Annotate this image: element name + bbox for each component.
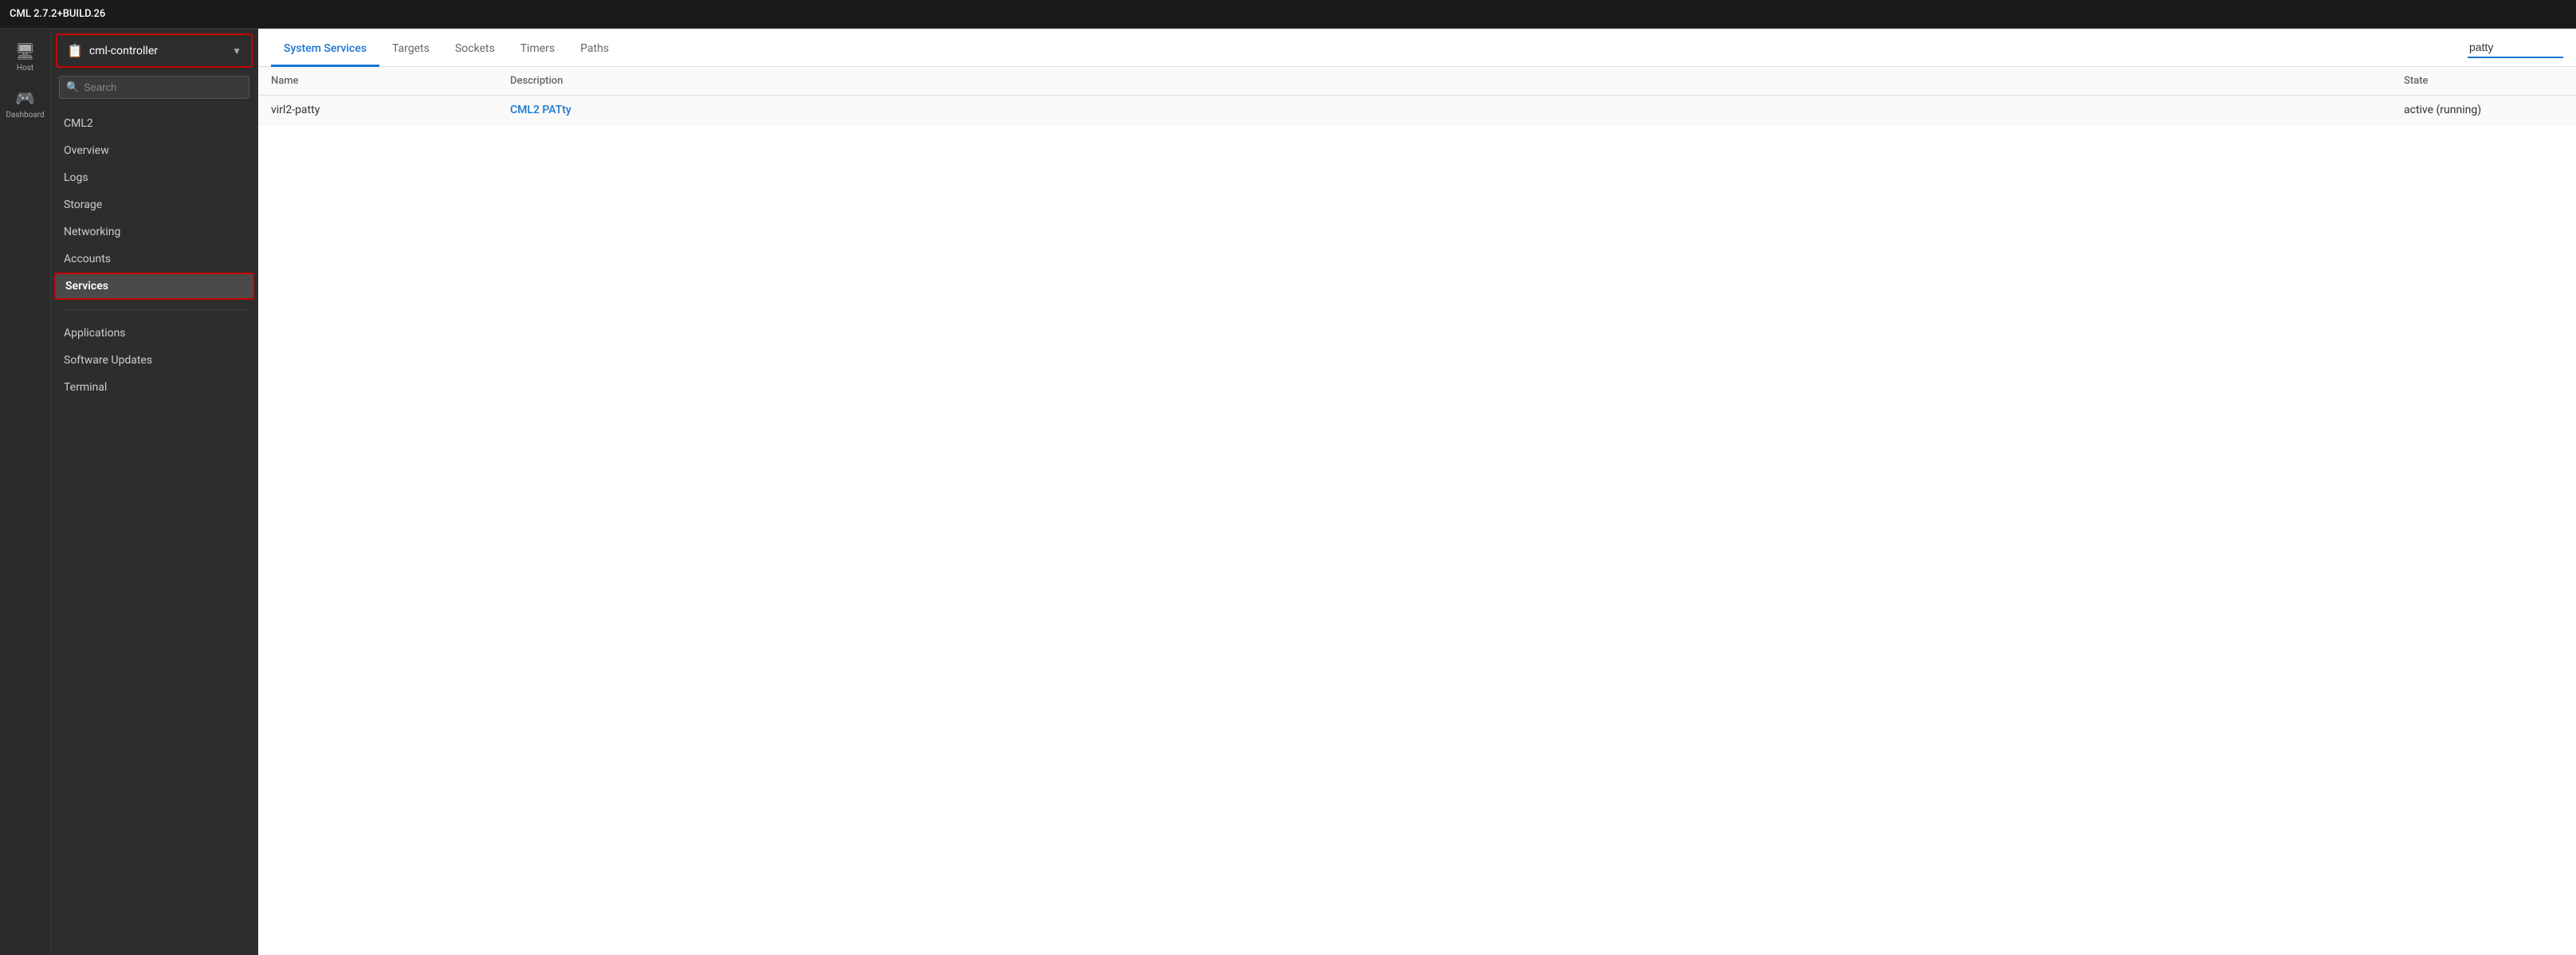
table-row[interactable]: virl2-patty CML2 PATty active (running) — [258, 96, 2576, 125]
sidebar-item-storage[interactable]: Storage — [51, 191, 257, 218]
app-title: CML 2.7.2+BUILD.26 — [10, 8, 105, 20]
icon-nav: 🖥 Host 🎮 Dashboard — [0, 29, 51, 955]
sidebar-item-software-updates[interactable]: Software Updates — [51, 347, 257, 374]
sidebar-item-services[interactable]: Services — [54, 273, 254, 300]
tab-bar: System Services Targets Sockets Timers P… — [258, 29, 2576, 67]
sidebar-item-cml2[interactable]: CML2 — [51, 110, 257, 137]
nav-host[interactable]: 🖥 Host — [3, 35, 48, 79]
service-state: active (running) — [2404, 104, 2481, 116]
search-icon: 🔍 — [66, 81, 79, 93]
table-area: Name Description State virl2-patty CML2 … — [258, 67, 2576, 955]
controller-selector[interactable]: 📋 cml-controller ▼ — [56, 33, 253, 68]
sidebar-item-applications[interactable]: Applications — [51, 320, 257, 347]
nav-dashboard-label: Dashboard — [6, 111, 44, 120]
sidebar-secondary-nav: Applications Software Updates Terminal — [51, 316, 257, 404]
search-input[interactable] — [59, 76, 249, 99]
top-bar: CML 2.7.2+BUILD.26 — [0, 0, 2576, 29]
dashboard-icon: 🎮 — [15, 88, 35, 108]
sidebar-divider — [61, 309, 248, 310]
row-name-cell: virl2-patty — [271, 104, 510, 116]
col-header-description: Description — [510, 75, 2404, 87]
sidebar-item-accounts[interactable]: Accounts — [51, 246, 257, 273]
host-icon: 🖥 — [15, 41, 35, 61]
row-state-cell: active (running) — [2404, 104, 2563, 116]
tab-system-services[interactable]: System Services — [271, 33, 379, 67]
sidebar-nav: CML2 Overview Logs Storage Networking Ac… — [51, 107, 257, 303]
sidebar-search-container: 🔍 — [59, 76, 249, 99]
chevron-down-icon: ▼ — [232, 45, 242, 57]
sidebar: 📋 cml-controller ▼ 🔍 CML2 Overview Logs … — [51, 29, 258, 955]
col-header-name: Name — [271, 75, 510, 87]
nav-dashboard[interactable]: 🎮 Dashboard — [3, 82, 48, 126]
tab-paths[interactable]: Paths — [567, 33, 622, 67]
nav-host-label: Host — [17, 64, 33, 73]
tab-targets[interactable]: Targets — [379, 33, 442, 67]
tab-search-container — [2468, 37, 2563, 58]
controller-icon: 📋 — [67, 43, 83, 58]
main-content: System Services Targets Sockets Timers P… — [258, 29, 2576, 955]
tab-search-input[interactable] — [2468, 37, 2563, 58]
sidebar-item-logs[interactable]: Logs — [51, 164, 257, 191]
service-name[interactable]: virl2-patty — [271, 104, 320, 116]
row-description-cell: CML2 PATty — [510, 104, 2404, 116]
col-header-state: State — [2404, 75, 2563, 87]
tab-sockets[interactable]: Sockets — [442, 33, 508, 67]
controller-label: cml-controller — [89, 45, 226, 57]
sidebar-item-networking[interactable]: Networking — [51, 218, 257, 246]
sidebar-item-terminal[interactable]: Terminal — [51, 374, 257, 401]
sidebar-item-overview[interactable]: Overview — [51, 137, 257, 164]
table-header: Name Description State — [258, 67, 2576, 96]
tab-timers[interactable]: Timers — [508, 33, 567, 67]
